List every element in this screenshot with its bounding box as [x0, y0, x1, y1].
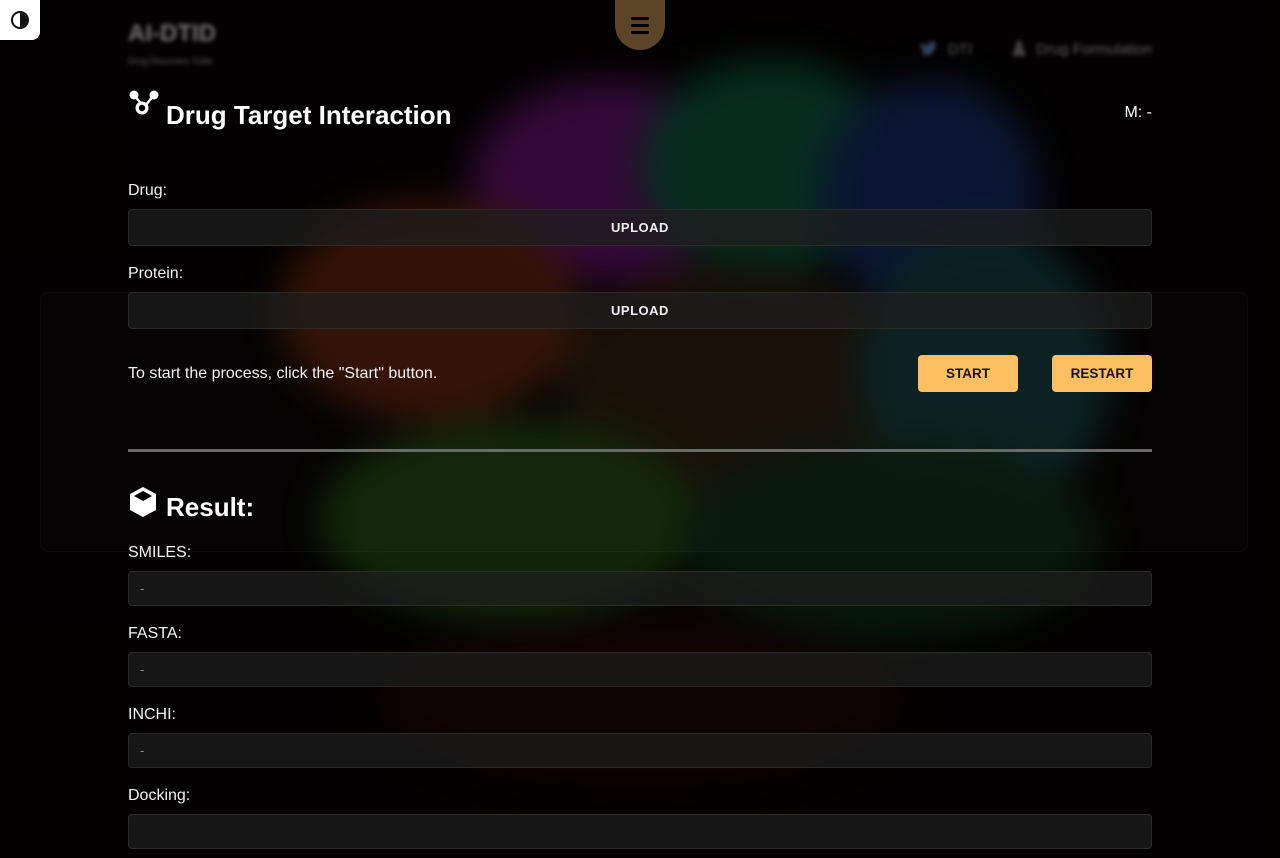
drug-upload-button[interactable]: UPLOAD	[128, 209, 1152, 246]
fasta-field[interactable]: -	[128, 652, 1152, 687]
docking-label: Docking:	[128, 787, 191, 804]
inchi-section: INCHI: -	[128, 706, 1152, 768]
smiles-label: SMILES:	[128, 544, 192, 561]
result-header: Result:	[128, 486, 1152, 544]
inchi-label: INCHI:	[128, 706, 176, 723]
protein-section: Protein: UPLOAD	[128, 265, 1152, 329]
twitter-icon	[919, 41, 938, 57]
contrast-icon	[11, 11, 29, 29]
app-logo: AI-DTID	[128, 20, 216, 47]
nav-label: Drug Formulation	[1036, 40, 1152, 58]
page: AI-DTID Drug Discovery Suite DTI Drug Fo…	[0, 0, 1280, 858]
inchi-field[interactable]: -	[128, 733, 1152, 768]
drug-label: Drug:	[128, 182, 168, 199]
docking-section: Docking:	[128, 787, 1152, 849]
section-divider	[128, 449, 1152, 452]
hamburger-icon	[631, 16, 649, 34]
flask-icon	[1012, 40, 1027, 58]
restart-button[interactable]: RESTART	[1052, 355, 1152, 392]
cube-icon	[128, 486, 158, 523]
process-instruction: To start the process, click the "Start" …	[128, 364, 438, 382]
protein-upload-button[interactable]: UPLOAD	[128, 292, 1152, 329]
smiles-field[interactable]: -	[128, 571, 1152, 606]
theme-toggle-button[interactable]	[0, 0, 40, 40]
protein-label: Protein:	[128, 265, 184, 282]
background-header: AI-DTID Drug Discovery Suite	[128, 20, 216, 66]
molecule-icon	[128, 90, 160, 123]
panel-header: Drug Target Interaction M: -	[128, 90, 1152, 150]
background-nav: DTI Drug Formulation	[919, 40, 1152, 58]
process-row: To start the process, click the "Start" …	[128, 355, 1152, 392]
app-tagline: Drug Discovery Suite	[128, 56, 213, 66]
page-title: Drug Target Interaction	[166, 100, 452, 130]
model-indicator: M: -	[1124, 104, 1152, 121]
fasta-section: FASTA: -	[128, 625, 1152, 687]
docking-field[interactable]	[128, 814, 1152, 849]
result-title: Result:	[166, 492, 255, 522]
menu-toggle-button[interactable]	[615, 0, 665, 50]
drug-section: Drug: UPLOAD	[128, 182, 1152, 246]
nav-item-dti: DTI	[919, 40, 973, 58]
page-title-group: Drug Target Interaction	[128, 90, 452, 131]
nav-item-drug-formulation: Drug Formulation	[1012, 40, 1152, 58]
smiles-section: SMILES: -	[128, 544, 1152, 606]
start-button[interactable]: START	[918, 355, 1018, 392]
dti-panel: Drug Target Interaction M: - Drug: UPLOA…	[128, 90, 1152, 849]
nav-label: DTI	[947, 40, 973, 58]
fasta-label: FASTA:	[128, 625, 182, 642]
